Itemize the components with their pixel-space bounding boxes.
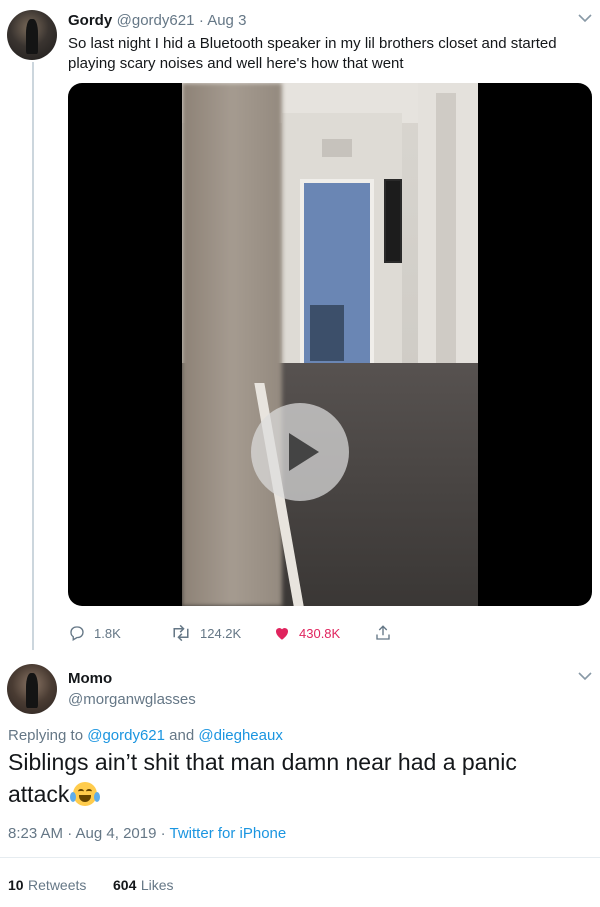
mention-gordy621[interactable]: @gordy621 (87, 727, 165, 744)
tweet2-display-name[interactable]: Momo (68, 670, 112, 687)
tweet1-header: Gordy @gordy621 · Aug 3 (68, 12, 246, 30)
tweet2-source[interactable]: Twitter for iPhone (170, 825, 287, 842)
chevron-down-icon[interactable] (578, 668, 592, 684)
play-icon[interactable] (251, 403, 349, 501)
retweets-label: Retweets (28, 877, 87, 893)
retweets-count: 10 (8, 877, 24, 893)
tweet2-handle[interactable]: @morganwglasses (68, 691, 196, 708)
replying-to: Replying to @gordy621 and @diegheaux (8, 727, 283, 744)
divider (0, 857, 600, 858)
video-thumbnail (182, 83, 478, 606)
like-count: 430.8K (299, 625, 341, 641)
reply-count: 1.8K (94, 625, 121, 641)
tweet1-handle[interactable]: @gordy621 (117, 12, 195, 29)
tweet1-display-name[interactable]: Gordy (68, 12, 112, 29)
share-button[interactable] (374, 624, 400, 642)
chevron-down-icon[interactable] (578, 10, 592, 26)
video-player[interactable] (68, 83, 592, 606)
retweet-count: 124.2K (200, 625, 242, 641)
retweet-button[interactable]: 124.2K (170, 624, 241, 642)
tweet2-timestamp[interactable]: 8:23 AM · Aug 4, 2019 · (8, 825, 166, 842)
reply-icon (70, 626, 84, 641)
thread-connector-line (32, 62, 34, 650)
likes-count: 604 (113, 877, 137, 893)
share-icon (376, 625, 390, 640)
reply-button[interactable]: 1.8K (68, 624, 121, 642)
replying-prefix: Replying to (8, 727, 84, 744)
likes-stat[interactable]: 604 Likes (113, 877, 174, 895)
like-button[interactable]: 430.8K (273, 624, 340, 642)
heart-icon (275, 627, 289, 640)
tweet2-text: Siblings ain’t shit that man damn near h… (8, 746, 568, 810)
retweet-icon (173, 624, 189, 642)
replying-and: and (169, 727, 195, 744)
retweets-stat[interactable]: 10 Retweets (8, 877, 86, 895)
face-with-tears-of-joy-emoji (70, 782, 101, 806)
tweet1-date[interactable]: · Aug 3 (199, 12, 247, 29)
mention-diegheaux[interactable]: @diegheaux (198, 727, 282, 744)
tweet2-meta: 8:23 AM · Aug 4, 2019 · Twitter for iPho… (8, 825, 286, 842)
tweet1-text: So last night I hid a Bluetooth speaker … (68, 35, 557, 72)
avatar-momo[interactable] (7, 664, 57, 714)
likes-label: Likes (140, 877, 174, 893)
avatar-gordy[interactable] (7, 10, 57, 60)
